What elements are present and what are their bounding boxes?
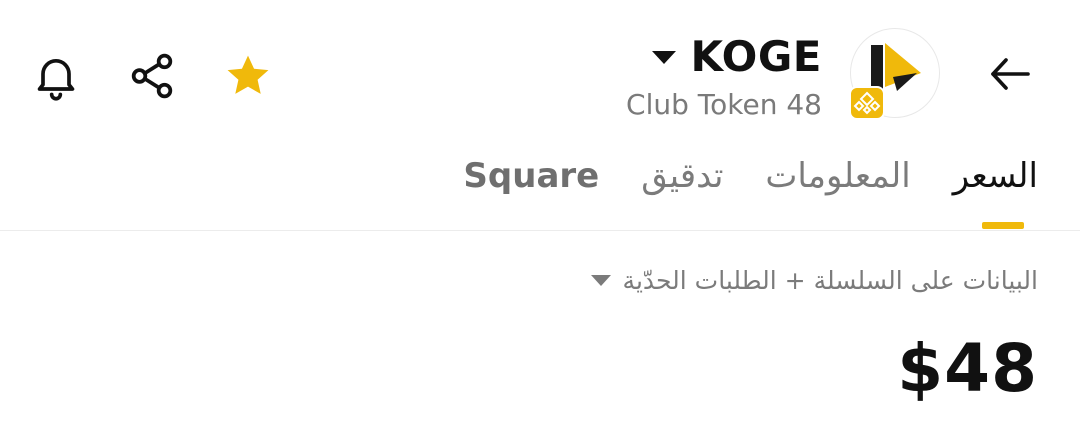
share-button[interactable] [124,48,180,104]
bell-icon [37,59,75,101]
tab-info[interactable]: المعلومات [765,156,910,196]
data-source-label: البيانات على السلسلة + الطلبات الحدّية [622,266,1038,295]
tab-price[interactable]: السعر [953,156,1038,196]
token-name: KOGE [690,31,822,81]
arrow-left-icon [991,58,1030,90]
bnb-chain-badge [849,86,885,120]
active-tab-indicator [982,222,1024,229]
tab-audit[interactable]: تدقيق [641,156,723,196]
tab-divider [0,230,1080,231]
caret-down-icon [590,275,611,286]
token-selector[interactable]: KOGE [652,28,822,84]
token-subtitle: Club Token 48 [626,88,822,121]
bnb-chain-icon [853,91,881,115]
tab-bar: السعر المعلومات تدقيق Square [463,150,1038,202]
notification-bell-button[interactable] [28,48,84,104]
data-source-selector[interactable]: البيانات على السلسلة + الطلبات الحدّية [590,266,1038,295]
caret-down-icon [652,50,677,64]
back-button[interactable] [982,46,1038,102]
token-price: $48 [897,330,1038,407]
tab-square[interactable]: Square [463,156,599,196]
star-icon [227,55,269,94]
share-icon [131,53,173,99]
favorite-button[interactable] [220,48,276,104]
